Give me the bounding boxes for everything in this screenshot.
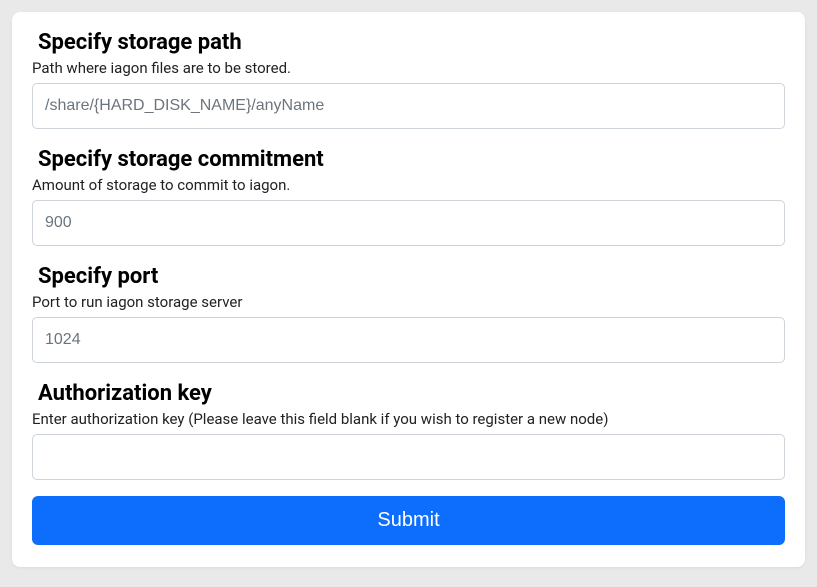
port-description: Port to run iagon storage server — [32, 293, 785, 311]
storage-path-group: Specify storage path Path where iagon fi… — [32, 30, 785, 129]
storage-commitment-group: Specify storage commitment Amount of sto… — [32, 147, 785, 246]
storage-commitment-title: Specify storage commitment — [38, 147, 785, 172]
storage-path-description: Path where iagon files are to be stored. — [32, 59, 785, 77]
port-title: Specify port — [38, 264, 785, 289]
auth-key-group: Authorization key Enter authorization ke… — [32, 381, 785, 480]
storage-path-title: Specify storage path — [38, 30, 785, 55]
submit-button[interactable]: Submit — [32, 496, 785, 545]
auth-key-description: Enter authorization key (Please leave th… — [32, 410, 785, 428]
port-group: Specify port Port to run iagon storage s… — [32, 264, 785, 363]
storage-commitment-input[interactable] — [32, 200, 785, 246]
auth-key-input[interactable] — [32, 434, 785, 480]
config-card: Specify storage path Path where iagon fi… — [12, 12, 805, 567]
storage-path-input[interactable] — [32, 83, 785, 129]
port-input[interactable] — [32, 317, 785, 363]
auth-key-title: Authorization key — [38, 381, 785, 406]
storage-commitment-description: Amount of storage to commit to iagon. — [32, 176, 785, 194]
